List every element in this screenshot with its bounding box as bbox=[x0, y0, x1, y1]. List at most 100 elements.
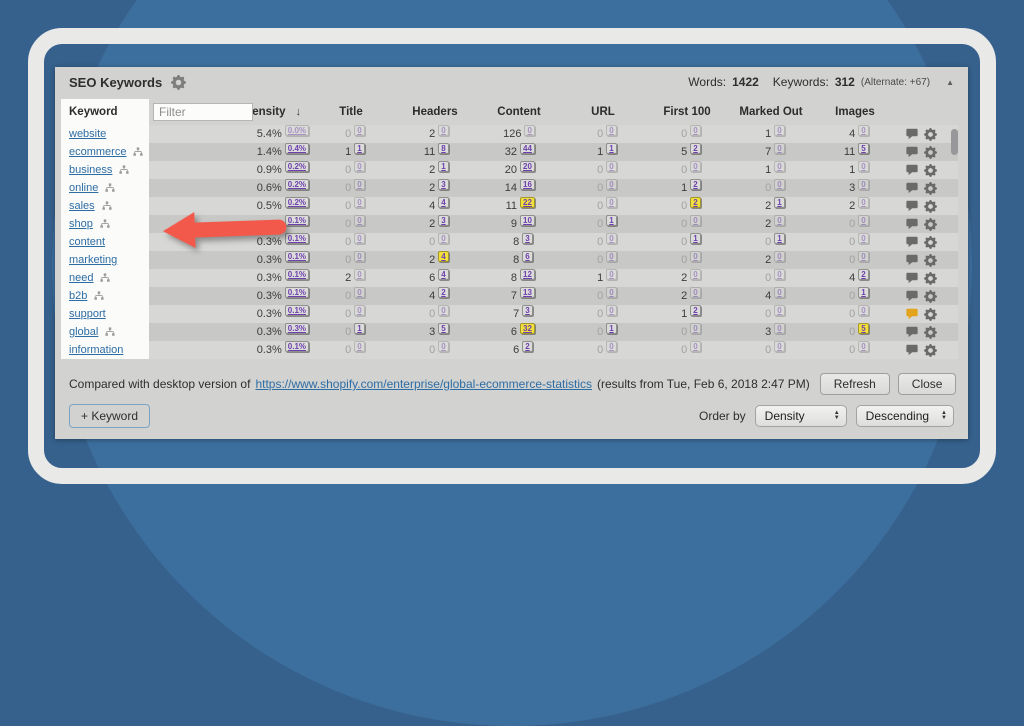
stat-cell: 20 bbox=[645, 272, 729, 284]
panel-title: SEO Keywords bbox=[69, 75, 162, 90]
row-actions bbox=[897, 254, 951, 267]
keyword-cell: sales bbox=[61, 197, 149, 215]
stat-cell: 00 bbox=[309, 164, 393, 176]
stat-cell: 00 bbox=[729, 344, 813, 356]
row-actions bbox=[897, 128, 951, 141]
density-cell: 0.6%0.2% bbox=[149, 182, 309, 194]
stats-summary: Words: 1422 Keywords: 312 (Alternate: +6… bbox=[688, 75, 954, 89]
comment-icon[interactable] bbox=[906, 254, 918, 266]
keyword-cell: business bbox=[61, 161, 149, 179]
order-direction-select[interactable]: Descending ▲▼ bbox=[856, 405, 954, 427]
row-actions bbox=[897, 308, 951, 321]
keyword-link[interactable]: global bbox=[69, 326, 98, 338]
row-settings-icon[interactable] bbox=[924, 326, 937, 339]
keyword-link[interactable]: online bbox=[69, 182, 98, 194]
stat-cell: 11 bbox=[561, 146, 645, 158]
related-keywords-tree-icon[interactable] bbox=[104, 327, 116, 337]
table-scrollbar[interactable] bbox=[951, 129, 958, 155]
keyword-link[interactable]: business bbox=[69, 164, 112, 176]
column-header-images[interactable]: Images bbox=[813, 106, 897, 118]
related-keywords-tree-icon[interactable] bbox=[93, 291, 105, 301]
stat-cell: 01 bbox=[729, 236, 813, 248]
related-keywords-tree-icon[interactable] bbox=[104, 183, 116, 193]
keyword-link[interactable]: sales bbox=[69, 200, 95, 212]
row-settings-icon[interactable] bbox=[924, 236, 937, 249]
stat-cell: 3244 bbox=[477, 146, 561, 158]
stat-cell: 64 bbox=[393, 272, 477, 284]
sort-descending-icon[interactable]: ↓ bbox=[296, 106, 302, 118]
stat-cell: 05 bbox=[813, 326, 897, 338]
stat-cell: 1260 bbox=[477, 128, 561, 140]
row-settings-icon[interactable] bbox=[924, 344, 937, 357]
keyword-link[interactable]: need bbox=[69, 272, 93, 284]
row-settings-icon[interactable] bbox=[924, 164, 937, 177]
related-keywords-tree-icon[interactable] bbox=[101, 201, 113, 211]
column-header-content[interactable]: Content bbox=[477, 106, 561, 118]
stat-cell: 00 bbox=[309, 218, 393, 230]
stat-cell: 35 bbox=[393, 326, 477, 338]
comment-icon[interactable] bbox=[906, 218, 918, 230]
table-row: online 0.6%0.2% 0023141600120030 bbox=[61, 179, 958, 197]
comment-icon[interactable] bbox=[906, 236, 918, 248]
keyword-link[interactable]: b2b bbox=[69, 290, 87, 302]
row-actions bbox=[897, 182, 951, 195]
keyword-link[interactable]: ecommerce bbox=[69, 146, 126, 158]
stat-cell: 00 bbox=[729, 182, 813, 194]
comment-icon[interactable] bbox=[906, 164, 918, 176]
column-header-url[interactable]: URL bbox=[561, 106, 645, 118]
keyword-link[interactable]: support bbox=[69, 308, 106, 320]
keyword-link[interactable]: shop bbox=[69, 218, 93, 230]
row-settings-icon[interactable] bbox=[924, 182, 937, 195]
column-header-keyword[interactable]: Keyword bbox=[61, 99, 149, 125]
row-settings-icon[interactable] bbox=[924, 218, 937, 231]
comment-icon[interactable] bbox=[906, 308, 918, 320]
column-header-markedout[interactable]: Marked Out bbox=[729, 106, 813, 118]
comment-icon[interactable] bbox=[906, 146, 918, 158]
row-settings-icon[interactable] bbox=[924, 200, 937, 213]
keyword-cell: content bbox=[61, 233, 149, 251]
row-settings-icon[interactable] bbox=[924, 308, 937, 321]
collapse-panel-icon[interactable]: ▲ bbox=[946, 78, 954, 87]
row-settings-icon[interactable] bbox=[924, 146, 937, 159]
column-header-headers[interactable]: Headers bbox=[393, 106, 477, 118]
keyword-link[interactable]: website bbox=[69, 128, 106, 140]
density-cell: 0.3%0.1% bbox=[149, 308, 309, 320]
keyword-cell: information bbox=[61, 341, 149, 359]
settings-gear-icon[interactable] bbox=[171, 75, 186, 90]
row-settings-icon[interactable] bbox=[924, 272, 937, 285]
stat-cell: 20 bbox=[645, 290, 729, 302]
stat-cell: 812 bbox=[477, 272, 561, 284]
comment-icon[interactable] bbox=[906, 290, 918, 302]
keyword-link[interactable]: information bbox=[69, 344, 123, 356]
filter-input[interactable] bbox=[153, 103, 253, 121]
table-row: global 0.3%0.3% 013563201003005 bbox=[61, 323, 958, 341]
row-settings-icon[interactable] bbox=[924, 290, 937, 303]
column-header-first100[interactable]: First 100 bbox=[645, 106, 729, 118]
add-keyword-button[interactable]: + Keyword bbox=[69, 404, 150, 428]
density-cell: 0.1% bbox=[149, 219, 309, 230]
compared-url-link[interactable]: https://www.shopify.com/enterprise/globa… bbox=[255, 377, 592, 391]
row-settings-icon[interactable] bbox=[924, 128, 937, 141]
stat-cell: 00 bbox=[813, 344, 897, 356]
comment-icon[interactable] bbox=[906, 182, 918, 194]
comment-icon[interactable] bbox=[906, 344, 918, 356]
row-settings-icon[interactable] bbox=[924, 254, 937, 267]
comment-icon[interactable] bbox=[906, 326, 918, 338]
refresh-button[interactable]: Refresh bbox=[820, 373, 890, 395]
keyword-link[interactable]: marketing bbox=[69, 254, 117, 266]
close-button[interactable]: Close bbox=[898, 373, 957, 395]
related-keywords-tree-icon[interactable] bbox=[132, 147, 144, 157]
keyword-link[interactable]: content bbox=[69, 236, 105, 248]
stat-cell: 10 bbox=[729, 128, 813, 140]
comment-icon[interactable] bbox=[906, 272, 918, 284]
related-keywords-tree-icon[interactable] bbox=[99, 219, 111, 229]
column-header-title[interactable]: Title bbox=[309, 106, 393, 118]
keyword-cell: support bbox=[61, 305, 149, 323]
related-keywords-tree-icon[interactable] bbox=[99, 273, 111, 283]
related-keywords-tree-icon[interactable] bbox=[118, 165, 130, 175]
comment-icon[interactable] bbox=[906, 200, 918, 212]
comment-icon[interactable] bbox=[906, 128, 918, 140]
stat-cell: 24 bbox=[393, 254, 477, 266]
stat-cell: 02 bbox=[645, 200, 729, 212]
order-field-select[interactable]: Density ▲▼ bbox=[755, 405, 847, 427]
